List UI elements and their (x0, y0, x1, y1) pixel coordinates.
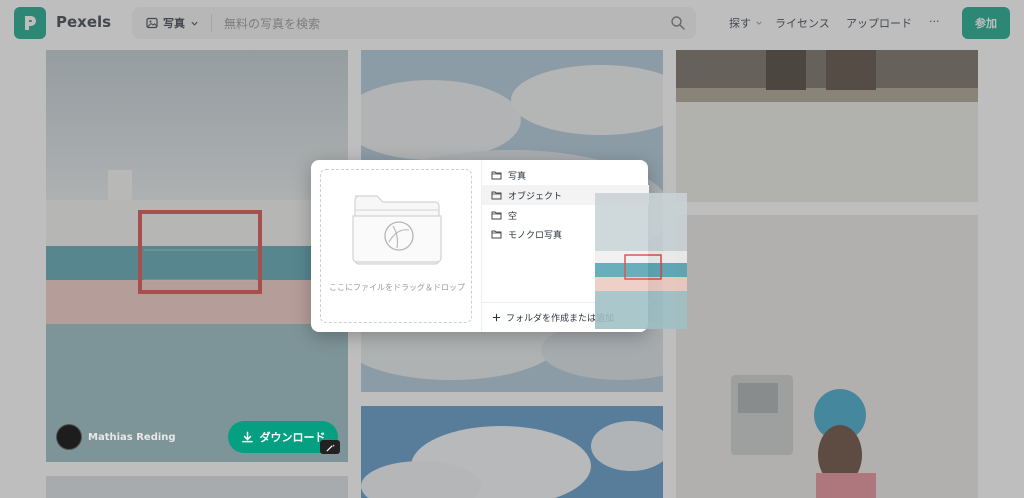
folder-icon (491, 191, 502, 200)
magic-edit-icon[interactable] (320, 440, 340, 454)
photo-author[interactable]: Mathias Reding (56, 424, 176, 450)
drag-ghost-thumbnail[interactable] (595, 193, 687, 329)
download-icon (241, 431, 253, 442)
avatar (56, 424, 82, 450)
folder-label: 空 (508, 211, 518, 222)
folder-upload-icon (352, 195, 442, 265)
plus-icon (492, 313, 501, 322)
dropzone-text: ここにファイルをドラッグ＆ドロップ (329, 283, 465, 292)
folder-icon (491, 230, 502, 239)
header-dim-overlay (0, 0, 1024, 46)
soccer-goal-thumbnail-image (595, 193, 687, 329)
folder-label: モノクロ写真 (508, 230, 563, 241)
folder-label: オブジェクト (508, 191, 563, 202)
wand-icon (325, 443, 335, 452)
file-dropzone[interactable]: ここにファイルをドラッグ＆ドロップ (320, 169, 472, 323)
folder-item[interactable]: 写真 (482, 165, 649, 185)
author-name: Mathias Reding (88, 431, 176, 443)
folder-icon (491, 171, 502, 180)
folder-icon (491, 211, 502, 220)
folder-label: 写真 (508, 171, 527, 182)
download-label: ダウンロード (259, 431, 326, 444)
